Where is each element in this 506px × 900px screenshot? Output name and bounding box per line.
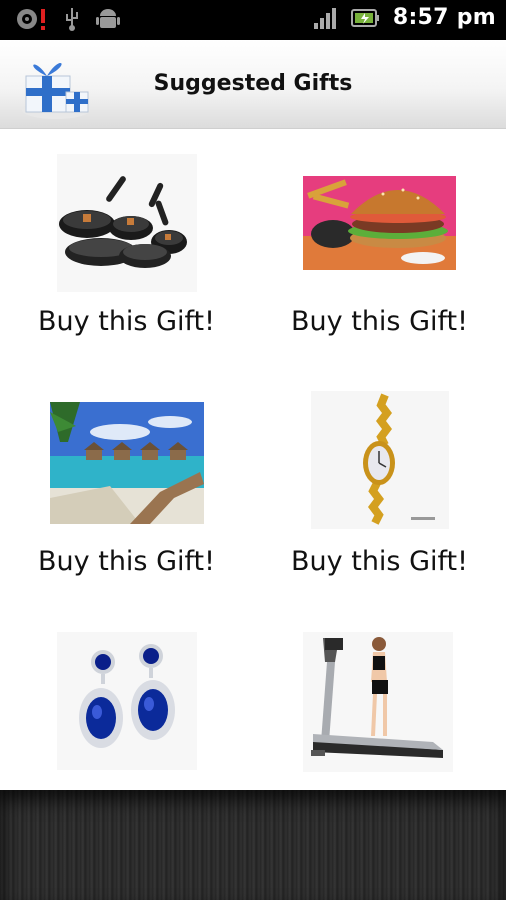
usb-icon <box>66 8 78 31</box>
gift-item[interactable]: Buy this Gift! <box>253 369 506 599</box>
gift-item[interactable] <box>0 624 253 784</box>
gift-image-gold-watch[interactable] <box>311 391 449 529</box>
gift-image-sapphire-earrings[interactable] <box>57 632 197 770</box>
gift-image-treadmill[interactable] <box>303 632 453 772</box>
gift-image-cookware[interactable] <box>57 154 197 292</box>
gift-item[interactable]: Buy this Gift! <box>0 369 253 599</box>
android-debug-icon <box>96 9 120 28</box>
gift-image-burger[interactable] <box>303 176 456 270</box>
buy-gift-button[interactable]: Buy this Gift! <box>253 546 506 577</box>
gift-item[interactable] <box>253 624 506 784</box>
gift-item[interactable]: Buy this Gift! <box>0 129 253 359</box>
gift-image-beach-resort[interactable] <box>50 402 204 524</box>
gift-item[interactable]: Buy this Gift! <box>253 129 506 359</box>
battery-charging-icon <box>350 8 379 27</box>
buy-gift-button[interactable]: Buy this Gift! <box>0 546 253 577</box>
clock: 8:57 pm <box>392 5 496 30</box>
buy-gift-button[interactable]: Buy this Gift! <box>0 306 253 337</box>
app-header: Suggested Gifts <box>0 40 506 129</box>
buy-gift-button[interactable]: Buy this Gift! <box>253 306 506 337</box>
status-bar: 8:57 pm <box>0 0 506 40</box>
page-title: Suggested Gifts <box>153 71 353 96</box>
signal-strength-icon <box>313 7 336 29</box>
notification-alert-icon <box>17 9 45 30</box>
footer-bar <box>0 790 506 900</box>
